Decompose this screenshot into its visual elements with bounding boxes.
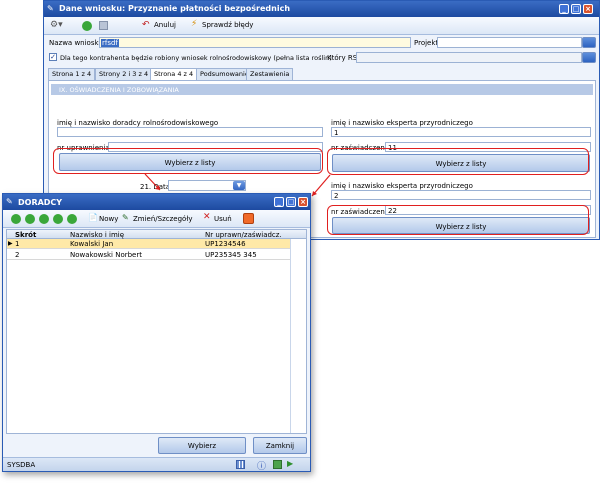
- edit-icon: ✎: [122, 213, 129, 222]
- doradca-input[interactable]: [57, 127, 323, 137]
- row-skrot: 1: [15, 240, 20, 248]
- ktory-rs-label: Który RS: [327, 54, 358, 62]
- main-window-title: Dane wniosku: Przyznanie płatności bezpo…: [59, 4, 291, 13]
- dialog-title: DORADCY: [18, 198, 63, 207]
- check-errors-icon: ⚡: [191, 19, 198, 29]
- ekspert2-value: 2: [334, 192, 339, 200]
- row-pointer-icon: ▶: [8, 240, 13, 247]
- main-title-bar[interactable]: ✎ Dane wniosku: Przyznanie płatności bez…: [44, 1, 599, 17]
- check-errors-button[interactable]: Sprawdź błędy: [202, 21, 253, 29]
- tab-podsumowanie[interactable]: Podsumowanie: [196, 68, 253, 80]
- projekt-lookup-button[interactable]: [582, 37, 596, 48]
- doradcy-grid: Skrót Nazwisko i imię Nr uprawn/zaświadc…: [6, 229, 307, 434]
- col-skrot-header[interactable]: Skrót: [15, 231, 36, 239]
- ekspert2-input[interactable]: 2: [331, 190, 591, 200]
- grid-column-divider: [290, 239, 291, 433]
- close-dialog-label: Zamknij: [265, 442, 295, 450]
- exit-icon[interactable]: [243, 213, 254, 224]
- app-icon: ✎: [47, 4, 54, 13]
- ekspert1-input[interactable]: 1: [331, 127, 591, 137]
- projekt-label: Projekt: [414, 39, 439, 47]
- maximize-button[interactable]: □: [571, 4, 581, 14]
- data-label: 21. Data: [140, 183, 171, 191]
- dialog-minimize-button[interactable]: _: [274, 197, 284, 207]
- ekspert1-value: 1: [334, 129, 339, 137]
- select-button-label: Wybierz: [187, 442, 217, 450]
- highlight-ekspert2: [327, 205, 589, 235]
- dialog-title-bar[interactable]: ✎ DORADCY _ □ ×: [3, 194, 310, 210]
- ktory-rs-input[interactable]: [356, 52, 582, 63]
- highlight-doradca: [53, 148, 323, 174]
- col-nazwisko-header[interactable]: Nazwisko i imię: [70, 231, 124, 239]
- section-title: IX. OŚWIADCZENIA I ZOBOWIĄZANIA: [59, 86, 179, 94]
- ktory-rs-lookup-button[interactable]: [582, 52, 596, 63]
- data-dropdown[interactable]: ▼: [168, 180, 246, 191]
- save-icon[interactable]: [99, 21, 108, 30]
- col-nr-header[interactable]: Nr uprawn/zaświadcz.: [205, 231, 282, 239]
- checkbox-label: Dla tego kontrahenta będzie robiony wnio…: [60, 54, 332, 62]
- tab-zestawienia[interactable]: Zestawienia: [246, 68, 294, 80]
- table-row[interactable]: ▶ 1 Kowalski Jan UP1234546: [7, 239, 290, 249]
- refresh-icon[interactable]: [67, 214, 77, 224]
- close-button[interactable]: ×: [583, 4, 593, 14]
- undo-icon[interactable]: ↶: [142, 20, 150, 30]
- rs-checkbox[interactable]: ✓: [49, 53, 57, 61]
- dialog-maximize-button[interactable]: □: [286, 197, 296, 207]
- doradcy-dialog: ✎ DORADCY _ □ × 📄 Nowy ✎ Zmień/Szczegóły…: [2, 193, 311, 472]
- new-icon: 📄: [88, 213, 98, 222]
- row-nr: UP235345 345: [205, 251, 257, 259]
- refresh-icon[interactable]: [82, 21, 92, 31]
- new-button[interactable]: Nowy: [99, 215, 118, 223]
- undo-button[interactable]: Anuluj: [154, 21, 176, 29]
- info-icon[interactable]: ⓘ: [257, 459, 266, 472]
- prev-record-icon[interactable]: [25, 214, 35, 224]
- nazwa-value: rfsdf: [101, 39, 119, 47]
- section-header: IX. OŚWIADCZENIA I ZOBOWIĄZANIA: [51, 84, 593, 95]
- nazwa-input[interactable]: rfsdf: [99, 37, 411, 48]
- nazwa-label: Nazwa wniosku: [49, 39, 103, 47]
- ekspert2-label: imię i nazwisko eksperta przyrodniczego: [331, 182, 473, 190]
- projekt-input[interactable]: [437, 37, 582, 48]
- ekspert1-label: imię i nazwisko eksperta przyrodniczego: [331, 119, 473, 127]
- grid-header: Skrót Nazwisko i imię Nr uprawn/zaświadc…: [7, 230, 306, 239]
- last-record-icon[interactable]: [53, 214, 63, 224]
- dropdown-icon[interactable]: ⚙▾: [50, 20, 63, 30]
- row-nr: UP1234546: [205, 240, 246, 248]
- highlight-ekspert1: [327, 148, 589, 175]
- next-record-icon[interactable]: [39, 214, 49, 224]
- tab-strona-1[interactable]: Strona 1 z 4: [48, 68, 96, 80]
- delete-button[interactable]: Usuń: [214, 215, 232, 223]
- dialog-toolbar: 📄 Nowy ✎ Zmień/Szczegóły ✕ Usuń: [3, 210, 310, 228]
- main-toolbar: ⚙▾ ↶ Anuluj ⚡ Sprawdź błędy: [44, 17, 599, 35]
- tab-strony-2-3[interactable]: Strony 2 i 3 z 4: [95, 68, 153, 80]
- tab-strona-4[interactable]: Strona 4 z 4: [150, 68, 198, 80]
- grid-icon[interactable]: [236, 460, 245, 469]
- chevron-down-icon[interactable]: ▼: [233, 181, 245, 190]
- minimize-button[interactable]: _: [559, 4, 569, 14]
- doradca-label: imię i nazwisko doradcy rolnośrodowiskow…: [57, 119, 219, 127]
- status-user: SYSDBA: [7, 461, 36, 469]
- export-icon[interactable]: [273, 460, 282, 469]
- edit-button[interactable]: Zmień/Szczegóły: [133, 215, 192, 223]
- status-bar: SYSDBA ⓘ ▶: [3, 457, 310, 472]
- row-skrot: 2: [15, 251, 20, 259]
- close-dialog-button[interactable]: Zamknij: [253, 437, 307, 454]
- play-icon[interactable]: ▶: [287, 459, 293, 468]
- first-record-icon[interactable]: [11, 214, 21, 224]
- select-button[interactable]: Wybierz: [158, 437, 246, 454]
- table-row[interactable]: 2 Nowakowski Norbert UP235345 345: [7, 250, 290, 260]
- dialog-close-button[interactable]: ×: [298, 197, 308, 207]
- row-nazwisko: Kowalski Jan: [70, 240, 114, 248]
- delete-icon: ✕: [203, 212, 211, 222]
- row-nazwisko: Nowakowski Norbert: [70, 251, 142, 259]
- tab-bar: Strona 1 z 4 Strony 2 i 3 z 4 Strona 4 z…: [48, 68, 596, 80]
- dialog-icon: ✎: [6, 197, 13, 206]
